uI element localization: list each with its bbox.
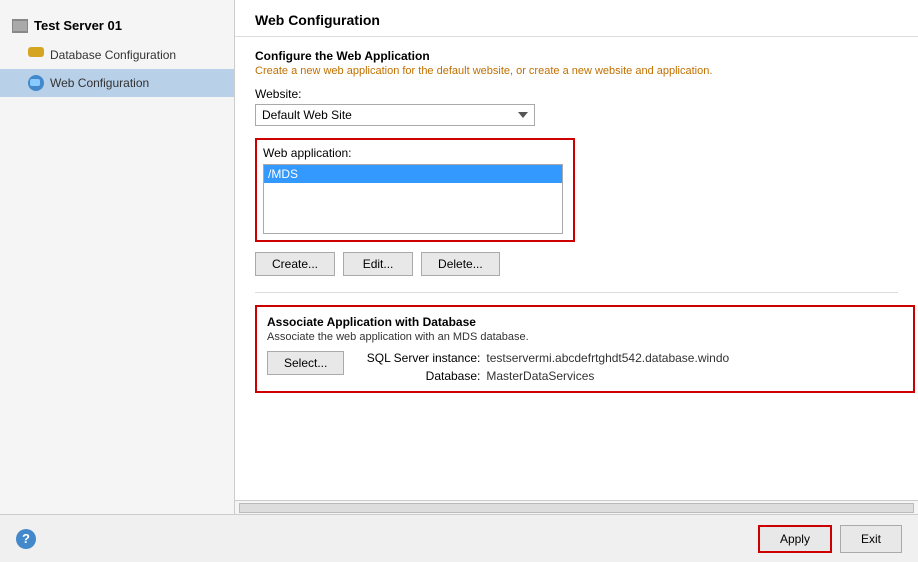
database-value: MasterDataServices (486, 369, 594, 383)
help-icon[interactable]: ? (16, 529, 36, 549)
configure-section: Configure the Web Application Create a n… (255, 49, 898, 77)
webapp-list-item[interactable]: /MDS (264, 165, 562, 183)
webapp-button-row: Create... Edit... Delete... (255, 252, 898, 276)
bottom-bar: ? Apply Exit (0, 514, 918, 562)
webapp-box: Web application: /MDS (255, 138, 575, 242)
separator (255, 292, 898, 293)
exit-button[interactable]: Exit (840, 525, 902, 553)
select-button[interactable]: Select... (267, 351, 344, 375)
webapp-list[interactable]: /MDS (263, 164, 563, 234)
associate-title: Associate Application with Database (267, 315, 903, 329)
server-icon (12, 19, 28, 33)
website-value: Default Web Site (262, 108, 352, 122)
website-select[interactable]: Default Web Site (255, 104, 535, 126)
main-window: Test Server 01 Database Configuration We… (0, 0, 918, 514)
delete-button[interactable]: Delete... (421, 252, 500, 276)
associate-box: Associate Application with Database Asso… (255, 305, 915, 393)
create-button[interactable]: Create... (255, 252, 335, 276)
sidebar: Test Server 01 Database Configuration We… (0, 0, 235, 514)
database-label: Database: (360, 369, 480, 383)
page-title: Web Configuration (235, 0, 918, 37)
sidebar-item-web-config[interactable]: Web Configuration (0, 69, 234, 97)
server-label: Test Server 01 (0, 10, 234, 41)
sql-server-label: SQL Server instance: (360, 351, 480, 365)
webapp-label: Web application: (263, 146, 567, 160)
chevron-down-icon (518, 112, 528, 118)
bottom-buttons: Apply Exit (758, 525, 902, 553)
sql-server-value: testservermi.abcdefrtghdt542.database.wi… (486, 351, 729, 365)
database-row: Database: MasterDataServices (360, 369, 729, 383)
associate-desc: Associate the web application with an MD… (267, 331, 903, 343)
content-scroll: Configure the Web Application Create a n… (235, 37, 918, 500)
edit-button[interactable]: Edit... (343, 252, 413, 276)
db-icon (28, 47, 44, 63)
website-label: Website: (255, 87, 898, 101)
content-panel: Web Configuration Configure the Web Appl… (235, 0, 918, 514)
associate-fields: SQL Server instance: testservermi.abcdef… (360, 351, 729, 383)
apply-button[interactable]: Apply (758, 525, 832, 553)
configure-title: Configure the Web Application (255, 49, 898, 63)
configure-desc: Create a new web application for the def… (255, 65, 898, 77)
horizontal-scrollbar[interactable] (235, 500, 918, 514)
sidebar-item-database-config[interactable]: Database Configuration (0, 41, 234, 69)
sql-server-row: SQL Server instance: testservermi.abcdef… (360, 351, 729, 365)
hscroll-track[interactable] (239, 503, 914, 513)
associate-row: Select... SQL Server instance: testserve… (267, 351, 903, 383)
web-icon (28, 75, 44, 91)
